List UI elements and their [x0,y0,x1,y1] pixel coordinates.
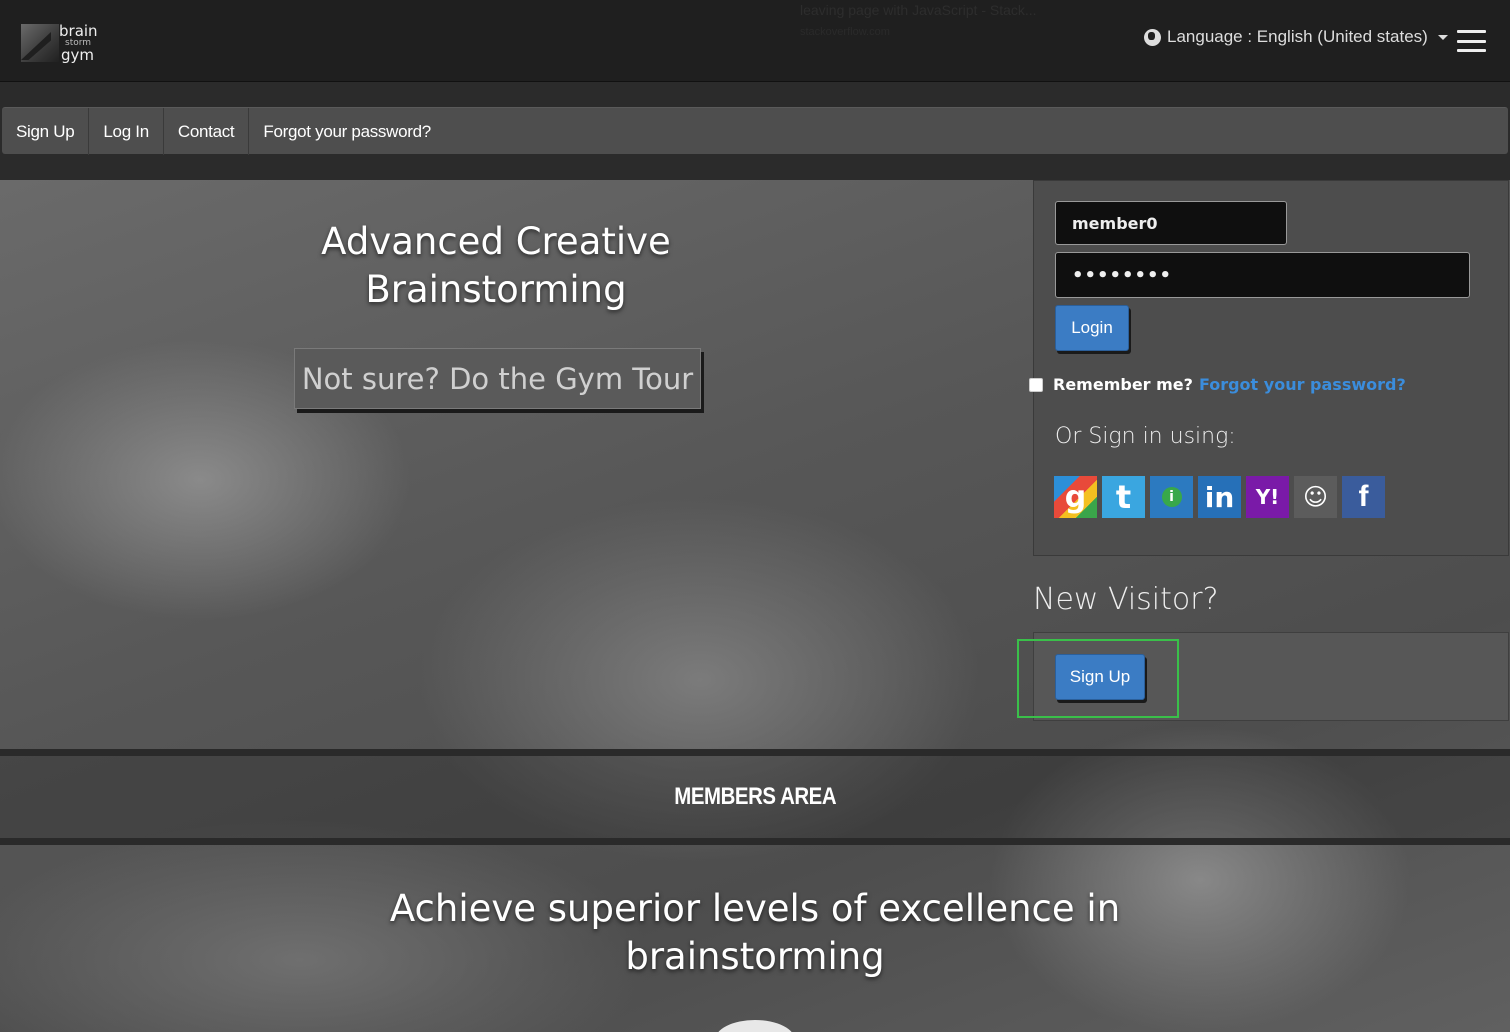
login-button[interactable]: Login [1055,305,1129,351]
members-area-band: MEMBERS AREA [0,749,1510,845]
linkedin-icon[interactable]: in [1198,476,1241,518]
gym-tour-button[interactable]: Not sure? Do the Gym Tour [294,348,701,409]
remember-me-label: Remember me? [1053,375,1193,394]
menu-bar [1457,49,1486,52]
language-label: Language : English (United states) [1167,27,1428,46]
faded-notice-sub: stackoverflow.com [800,26,890,38]
nav-sign-up[interactable]: Sign Up [2,108,90,155]
logo-line-brain: brain [59,22,98,40]
facebook-icon[interactable]: f [1342,476,1385,518]
remember-me-row: Remember me? Forgot your password? [1029,375,1406,394]
caret-down-icon [1437,34,1448,40]
nav-forgot-password[interactable]: Forgot your password? [249,108,445,155]
openid-icon[interactable]: i [1150,476,1193,518]
twitter-icon[interactable]: t [1102,476,1145,518]
social-login-list: g t i in Y! ☺ f [1054,476,1385,518]
brainstorm-gym-logo[interactable]: brain storm gym [21,24,98,63]
hero-title: Advanced Creative Brainstorming [321,220,671,311]
language-selector[interactable]: Language : English (United states) [1144,27,1448,47]
github-icon[interactable]: ☺ [1294,476,1337,518]
password-field[interactable]: •••••••• [1055,252,1470,298]
menu-bar [1457,30,1486,33]
openid-glyph: i [1169,489,1174,505]
username-field[interactable]: member0 [1055,201,1287,245]
members-area-title: MEMBERS AREA [674,783,836,810]
sign-up-button[interactable]: Sign Up [1055,654,1145,700]
faded-notice: leaving page with JavaScript - Stack... [800,2,1037,18]
forgot-password-link[interactable]: Forgot your password? [1199,375,1406,394]
members-tagline: Achieve superior levels of excellence in… [389,887,1121,978]
logo-line-gym: gym [61,46,95,64]
globe-icon [1144,28,1161,46]
remember-me-checkbox[interactable] [1029,377,1043,392]
nav-contact[interactable]: Contact [164,108,250,155]
or-sign-in-label: Or Sign in using: [1055,424,1236,449]
logo-text: brain storm gym [59,24,98,63]
google-icon[interactable]: g [1054,476,1097,518]
new-visitor-heading: New Visitor? [1033,582,1219,617]
menu-bar [1457,39,1486,43]
yahoo-icon[interactable]: Y! [1246,476,1289,518]
nav-log-in[interactable]: Log In [89,108,164,155]
main-nav: Sign Up Log In Contact Forgot your passw… [2,107,1508,155]
logo-mark-icon [21,24,59,62]
menu-icon[interactable] [1457,30,1486,52]
top-bar: brain storm gym leaving page with JavaSc… [0,0,1510,82]
